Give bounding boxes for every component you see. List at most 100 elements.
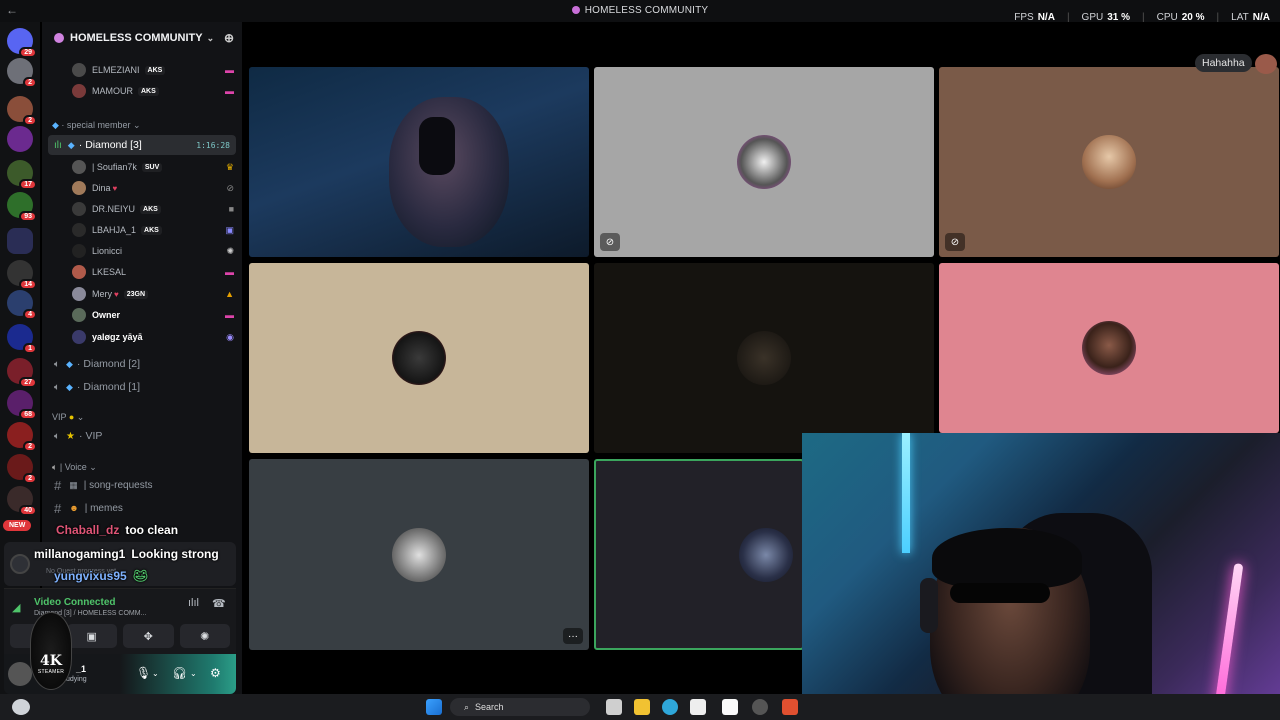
video-tile[interactable]: ⊘ xyxy=(939,67,1279,257)
folder-icon[interactable] xyxy=(7,228,33,254)
streamer-webcam xyxy=(802,433,1280,720)
avatar xyxy=(72,63,86,77)
video-tile[interactable] xyxy=(249,67,589,257)
server-icon[interactable]: 17 xyxy=(7,160,37,190)
guild-header[interactable]: HOMELESS COMMUNITY ⌄ ⊕ xyxy=(42,22,242,54)
hash-icon: # xyxy=(54,477,62,493)
avatar xyxy=(72,287,86,301)
video-tile[interactable] xyxy=(939,263,1279,433)
file-explorer-icon[interactable] xyxy=(634,699,650,715)
chat-message: Chaball_dz too clean xyxy=(56,523,179,537)
stream-icon: ▬ xyxy=(225,267,234,277)
stream-icon: ▬ xyxy=(225,86,234,96)
title-bar: ← HOMELESS COMMUNITY FPS N/A | GPU 31 % | … xyxy=(0,0,1280,23)
quest-icon xyxy=(10,554,30,574)
more-options-icon[interactable]: ··· xyxy=(563,628,583,644)
discord-home-icon[interactable]: 29 xyxy=(7,28,37,58)
edge-icon[interactable] xyxy=(662,699,678,715)
heart-icon: ♥ xyxy=(112,183,118,193)
avatar xyxy=(72,160,86,174)
member-row[interactable]: yaløgz yāyā ◉ xyxy=(72,328,238,346)
video-tile[interactable] xyxy=(249,263,589,453)
soundboard-button[interactable]: ✺ xyxy=(179,624,230,648)
avatar xyxy=(72,244,86,258)
stat-gpu: GPU 31 % xyxy=(1081,12,1131,23)
server-icon[interactable]: 2 xyxy=(7,422,37,452)
mute-icon: ⊘ xyxy=(600,233,620,251)
server-icon xyxy=(571,6,580,14)
microphone-icon[interactable]: 🎙︎ xyxy=(136,666,151,680)
activities-button[interactable]: ✥ xyxy=(123,624,174,648)
disconnect-icon[interactable]: ☎ xyxy=(212,597,226,610)
member-row[interactable]: MAMOUR AKS ▬ xyxy=(72,82,238,100)
member-row[interactable]: Owner ▬ xyxy=(72,306,238,324)
category-vip[interactable]: VIP ● ⌄ xyxy=(52,412,84,423)
notepad-icon[interactable] xyxy=(722,699,738,715)
avatar[interactable] xyxy=(8,662,32,686)
task-view-icon[interactable] xyxy=(606,699,622,715)
member-row[interactable]: | Soufian7k SUV ♛ xyxy=(72,158,238,176)
led-light xyxy=(902,433,910,553)
mute-icon: ⊘ xyxy=(226,182,234,193)
chevron-down-icon: ⌄ xyxy=(206,32,215,43)
server-icon[interactable]: 4 xyxy=(7,290,37,320)
member-row[interactable]: Dina ♥ ⊘ xyxy=(72,179,238,197)
server-icon[interactable]: 2 xyxy=(7,454,37,484)
chat-message: millanogaming1 Looking strong xyxy=(34,547,219,561)
diamond-icon: ◆ xyxy=(67,139,75,150)
chevron-down-icon[interactable]: ⌄ xyxy=(152,669,159,678)
new-badge: NEW xyxy=(3,520,32,531)
member-row[interactable]: DR.NEIYU AKS ■ xyxy=(72,200,238,218)
server-icon[interactable]: 93 xyxy=(7,192,37,222)
noise-suppression-icon[interactable]: ılıl xyxy=(188,597,199,609)
weather-icon[interactable] xyxy=(12,699,30,715)
member-row[interactable]: ELMEZIANI AKS ▬ xyxy=(72,61,238,79)
video-tile[interactable]: ··· xyxy=(249,459,589,650)
member-row[interactable]: LKESAL ▬ xyxy=(72,263,238,281)
server-icon[interactable]: 40 xyxy=(7,486,37,516)
headphones-icon[interactable]: 🎧︎ xyxy=(172,666,187,680)
screen-share-button[interactable]: ▣ xyxy=(66,624,117,648)
category-voice[interactable]: 🔈︎ | Voice ⌄ xyxy=(52,462,97,473)
server-icon[interactable]: 14 xyxy=(7,260,37,290)
diamond-icon: ◆ xyxy=(66,381,73,392)
voice-channel-diamond-3[interactable]: ılı ◆ · Diamond [3] 1:16:28 xyxy=(48,135,236,155)
video-tile[interactable] xyxy=(594,263,934,453)
voice-channel-vip[interactable]: 🔈︎ ★ · VIP xyxy=(48,426,236,446)
category-special-member[interactable]: ◆ · special member ⌄ xyxy=(52,120,141,131)
search-icon: ⌕ xyxy=(464,702,470,712)
server-icon[interactable] xyxy=(7,126,33,152)
avatar xyxy=(72,308,86,322)
activity-icon: ✺ xyxy=(226,245,234,256)
avatar xyxy=(72,181,86,195)
member-row[interactable]: LBAHJA_1 AKS ▣ xyxy=(72,221,238,239)
member-row[interactable]: Lionicci ✺ xyxy=(72,242,238,260)
sunglasses xyxy=(950,583,1050,603)
chevron-down-icon[interactable]: ⌄ xyxy=(190,669,197,678)
windows-start-icon[interactable] xyxy=(426,699,442,715)
server-icon[interactable]: 2 xyxy=(7,58,37,88)
gear-icon[interactable]: ⚙ xyxy=(210,666,221,680)
member-row[interactable]: Mery ♥ 23GN ▲ xyxy=(72,285,238,303)
stat-cpu: CPU 20 % xyxy=(1156,12,1205,23)
server-icon[interactable]: 2 xyxy=(7,96,37,126)
taskbar-search[interactable]: ⌕ Search xyxy=(450,698,590,716)
voice-channel-diamond-1[interactable]: 🔈︎ ◆ · Diamond [1] xyxy=(48,377,236,397)
video-tile-speaking[interactable] xyxy=(594,459,804,650)
server-icon[interactable]: 27 xyxy=(7,358,37,388)
store-icon[interactable] xyxy=(690,699,706,715)
server-icon[interactable]: 68 xyxy=(7,390,37,420)
taskbar: ⌕ Search xyxy=(0,694,1280,720)
stream-icon: ▬ xyxy=(225,310,234,320)
app-icon[interactable] xyxy=(752,699,768,715)
video-tile[interactable]: ⊘ xyxy=(594,67,934,257)
voice-channel-diamond-2[interactable]: 🔈︎ ◆ · Diamond [2] xyxy=(48,354,236,374)
invite-icon[interactable]: ⊕ xyxy=(224,31,234,45)
text-channel-song-requests[interactable]: # ▦ | song-requests xyxy=(48,475,236,495)
reaction-tooltip: Hahahha xyxy=(1195,54,1252,72)
server-icon[interactable]: 1 xyxy=(7,324,37,354)
brave-icon[interactable] xyxy=(782,699,798,715)
avatar xyxy=(392,331,446,385)
headset-shape xyxy=(419,117,455,175)
text-channel-memes[interactable]: # ☻ | memes xyxy=(48,498,236,518)
